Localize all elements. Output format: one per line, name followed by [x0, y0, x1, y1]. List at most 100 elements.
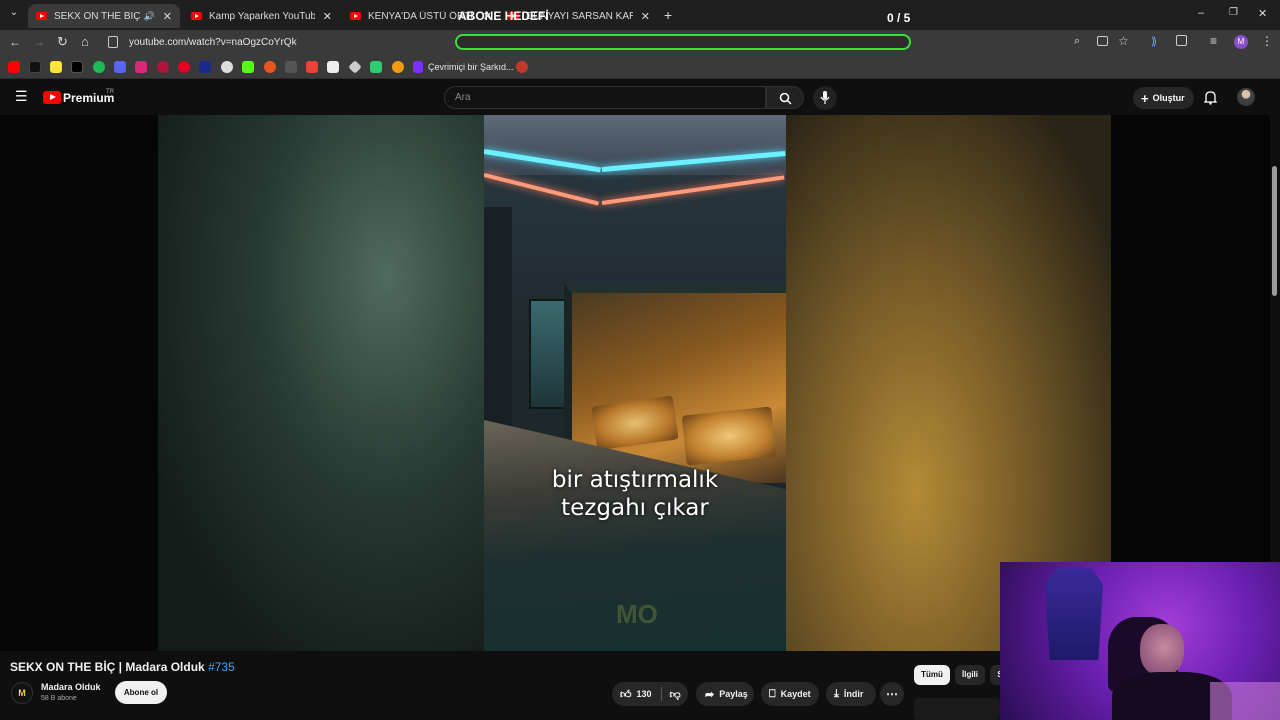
tab-search-chevron-icon[interactable]: ⌄ [6, 7, 22, 23]
close-tab-icon[interactable]: ✕ [641, 10, 650, 23]
tiktok-bookmark-icon[interactable] [29, 61, 41, 73]
browser-menu-icon[interactable]: ⋮ [1261, 34, 1273, 48]
related-video-thumbnail[interactable] [914, 698, 1000, 720]
bookmark-label[interactable]: Çevrimiçi bir Şarkıd... [428, 62, 514, 72]
search-input[interactable]: Ara [444, 86, 766, 109]
browser-tab-bar: ⌄ SEKX ON THE BİÇ | Madara 🔊 ✕ Kamp Yapa… [0, 0, 1280, 30]
video-blur-background-left [158, 115, 484, 651]
share-button[interactable]: ➦ Paylaş [696, 682, 754, 706]
install-app-icon[interactable] [1097, 36, 1108, 46]
more-actions-button[interactable]: ⋯ [880, 682, 904, 706]
share-label: Paylaş [719, 689, 748, 699]
subtitle-line-1: bir atıştırmalık [551, 467, 719, 493]
maximize-button[interactable]: ❐ [1229, 7, 1238, 18]
search-button[interactable] [766, 86, 804, 109]
streamer-face [1140, 624, 1184, 676]
like-dislike-group: 👍︎ 130 👎︎ [612, 682, 688, 706]
bookmark-icon[interactable] [392, 61, 404, 73]
download-button[interactable]: ⤓ İndir [826, 682, 876, 706]
browser-toolbar: ← → ↻ ⌂ youtube.com/watch?v=naOgzCoYrQk … [0, 30, 1280, 56]
subscribe-button[interactable]: Abone ol [115, 681, 167, 704]
bookmark-icon[interactable] [516, 61, 528, 73]
save-label: Kaydet [780, 689, 811, 699]
spotify-bookmark-icon[interactable] [93, 61, 105, 73]
chip-related[interactable]: İlgili [955, 665, 985, 685]
bookmark-star-icon[interactable]: ☆ [1118, 34, 1129, 48]
x-bookmark-icon[interactable] [71, 61, 83, 73]
forward-icon[interactable]: → [33, 35, 45, 49]
chip-all[interactable]: Tümü [914, 665, 950, 685]
subscriber-count: 58 B abone [41, 695, 77, 702]
channel-avatar[interactable]: M [11, 682, 33, 704]
address-bar[interactable]: youtube.com/watch?v=naOgzCoYrQk [129, 37, 297, 48]
share-icon: ➦ [705, 688, 715, 701]
youtube-favicon-icon [36, 12, 47, 20]
dislike-icon[interactable]: 👎︎ [670, 688, 681, 701]
like-count[interactable]: 130 [637, 689, 652, 699]
tab-title: Kamp Yaparken YouTuberların E [209, 10, 315, 22]
bookmark-icon[interactable] [264, 61, 276, 73]
plus-icon: + [1141, 90, 1149, 106]
back-icon[interactable]: ← [9, 35, 21, 49]
site-info-icon[interactable] [108, 36, 118, 48]
microphone-icon [820, 91, 830, 104]
account-avatar[interactable] [1237, 88, 1255, 106]
voice-search-button[interactable] [813, 86, 837, 110]
channel-name[interactable]: Madara Olduk [41, 682, 101, 692]
save-button[interactable]: ⎕ Kaydet [761, 682, 819, 706]
profile-avatar[interactable]: M [1234, 35, 1248, 49]
channel-watermark: MO [616, 599, 658, 629]
download-label: İndir [843, 689, 864, 699]
bookmark-icon[interactable] [413, 61, 423, 73]
nachos-tray [681, 406, 777, 466]
extension-icon[interactable]: ⟫ [1151, 35, 1157, 48]
search-icon [779, 92, 792, 105]
reload-icon[interactable]: ↻ [57, 34, 68, 50]
neon-strip-pink [601, 175, 785, 205]
youtube-favicon-icon [350, 12, 361, 20]
youtube-logo-icon[interactable] [43, 91, 61, 104]
youtube-favicon-icon [191, 12, 202, 20]
tab-current[interactable]: SEKX ON THE BİÇ | Madara 🔊 ✕ [28, 4, 180, 28]
discord-bookmark-icon[interactable] [114, 61, 126, 73]
home-icon[interactable]: ⌂ [81, 34, 89, 49]
snapchat-bookmark-icon[interactable] [50, 61, 62, 73]
instagram-bookmark-icon[interactable] [135, 61, 147, 73]
bookmark-icon[interactable] [370, 61, 382, 73]
notifications-bell-icon[interactable] [1204, 90, 1217, 105]
bookmark-icon[interactable] [348, 60, 362, 74]
create-button[interactable]: + Oluştur [1133, 87, 1194, 109]
gmail-bookmark-icon[interactable] [306, 61, 318, 73]
media-control-icon[interactable]: ≡ [1210, 34, 1217, 48]
tab-2[interactable]: Kamp Yaparken YouTuberların E ✕ [183, 4, 340, 28]
speaker-icon[interactable]: 🔊 [144, 11, 155, 22]
youtube-bookmark-icon[interactable] [8, 61, 20, 73]
extensions-puzzle-icon[interactable] [1176, 35, 1187, 46]
kick-bookmark-icon[interactable] [242, 61, 254, 73]
overlay-goal-counter: 0 / 5 [887, 11, 911, 25]
bookmark-icon[interactable] [157, 61, 169, 73]
zoom-icon[interactable]: ⌕ [1074, 35, 1080, 48]
bookmarks-bar: Çevrimiçi bir Şarkıd... [0, 56, 1280, 79]
bookmark-icon[interactable] [327, 61, 339, 73]
video-title: SEKX ON THE BİÇ | Madara Olduk #735 [10, 660, 235, 674]
overlay-goal-progress-bar [455, 34, 911, 50]
new-tab-button[interactable]: + [664, 7, 672, 23]
bookmark-icon[interactable] [221, 61, 233, 73]
page-scrollbar[interactable] [1272, 166, 1277, 296]
bookmark-icon[interactable] [199, 61, 211, 73]
close-tab-icon[interactable]: ✕ [163, 10, 172, 23]
hamburger-menu-icon[interactable]: ☰ [15, 88, 28, 105]
bookmark-icon[interactable] [285, 61, 297, 73]
pinterest-bookmark-icon[interactable] [178, 61, 190, 73]
neon-strip-pink [484, 173, 599, 206]
close-window-button[interactable]: ✕ [1258, 7, 1267, 20]
doorway [484, 207, 512, 427]
close-tab-icon[interactable]: ✕ [323, 10, 332, 23]
tab-title: SEKX ON THE BİÇ | Madara [54, 10, 140, 22]
video-hashtag-link[interactable]: #735 [208, 660, 235, 674]
minimize-button[interactable]: – [1198, 7, 1204, 19]
region-code: TR [106, 89, 114, 95]
video-frame: bir atıştırmalık tezgahı çıkar MO [484, 115, 786, 651]
like-icon[interactable]: 👍︎ [620, 688, 632, 701]
